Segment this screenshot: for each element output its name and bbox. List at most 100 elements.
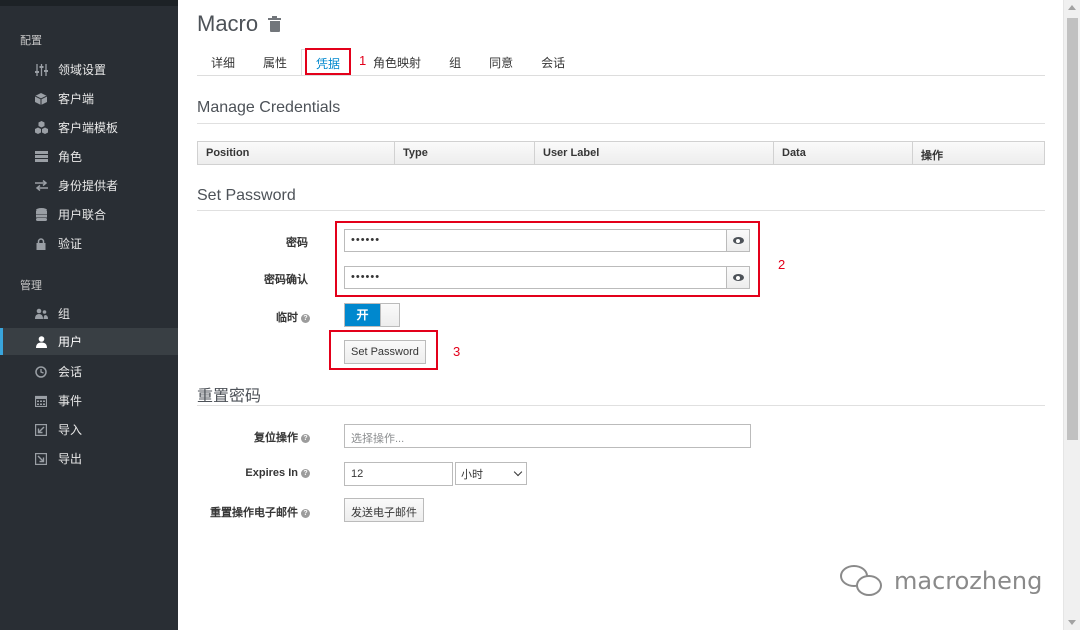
annotation-number-1: 1 <box>359 53 367 68</box>
expires-unit-value: 小时 <box>461 468 483 481</box>
sidebar-item-events[interactable]: 事件 <box>0 387 178 414</box>
sidebar-section-config: 配置 <box>20 35 42 47</box>
sidebar-item-groups[interactable]: 组 <box>0 300 178 327</box>
section-divider <box>197 123 1045 124</box>
sidebar-item-sessions[interactable]: 会话 <box>0 358 178 385</box>
section-divider <box>197 210 1045 211</box>
annotation-box-3 <box>329 330 438 370</box>
expires-in-label: Expires In? <box>208 467 310 479</box>
sidebar-item-user-federation[interactable]: 用户联合 <box>0 201 178 228</box>
help-icon[interactable]: ? <box>301 468 310 478</box>
sidebar-item-roles[interactable]: 角色 <box>0 143 178 170</box>
chevron-down-icon <box>513 467 523 476</box>
tab-groups[interactable]: 组 <box>435 49 471 76</box>
clock-icon <box>33 365 49 379</box>
temporary-label: 临时? <box>218 309 310 325</box>
sidebar-item-label: 身份提供者 <box>58 179 119 193</box>
sidebar-item-import[interactable]: 导入 <box>0 416 178 443</box>
sidebar-section-manage: 管理 <box>20 280 42 292</box>
sidebar-item-clients[interactable]: 客户端 <box>0 85 178 112</box>
sidebar-item-authentication[interactable]: 验证 <box>0 230 178 257</box>
expires-in-input[interactable]: 12 <box>344 462 453 486</box>
list-icon <box>33 150 49 164</box>
sidebar-item-label: 角色 <box>58 150 83 164</box>
password-label: 密码 <box>286 237 308 249</box>
reset-email-label: 重置操作电子邮件? <box>188 504 310 520</box>
sidebar-item-label: 会话 <box>58 365 83 379</box>
sidebar-item-identity-providers[interactable]: 身份提供者 <box>0 172 178 199</box>
column-header-data[interactable]: Data <box>774 142 913 164</box>
column-header-position[interactable]: Position <box>198 142 395 164</box>
main-content: Macro 详细 属性 凭据 角色映射 组 同意 会话 1 Manage Cre… <box>178 0 1063 630</box>
set-password-heading: Set Password <box>197 187 296 204</box>
user-icon <box>33 335 49 349</box>
sidebar-item-label: 事件 <box>58 394 83 408</box>
scroll-up-arrow-icon[interactable] <box>1068 5 1076 10</box>
sidebar-item-label: 导入 <box>58 423 83 437</box>
cube-icon <box>33 92 49 106</box>
reset-password-heading: 重置密码 <box>197 388 262 405</box>
watermark-text: macrozheng <box>894 567 1043 595</box>
send-email-button[interactable]: 发送电子邮件 <box>344 498 424 522</box>
reset-actions-label-text: 复位操作 <box>254 432 298 444</box>
scroll-down-arrow-icon[interactable] <box>1068 620 1076 625</box>
sidebar-item-users[interactable]: 用户 <box>0 328 178 355</box>
scrollbar-thumb[interactable] <box>1067 18 1078 440</box>
help-icon[interactable]: ? <box>301 508 310 518</box>
vertical-scrollbar[interactable] <box>1063 0 1080 630</box>
sliders-icon <box>33 63 49 77</box>
help-icon[interactable]: ? <box>301 433 310 443</box>
sidebar-item-realm-settings[interactable]: 领域设置 <box>0 56 178 83</box>
watermark: macrozheng <box>840 563 1042 599</box>
sidebar-item-label: 验证 <box>58 237 83 251</box>
lock-icon <box>33 237 49 251</box>
reset-actions-select[interactable]: 选择操作... <box>344 424 751 448</box>
calendar-icon <box>33 394 49 408</box>
annotation-box-1 <box>305 48 351 75</box>
tab-role-mappings[interactable]: 角色映射 <box>359 49 431 76</box>
expires-in-label-text: Expires In <box>245 467 298 479</box>
trash-icon[interactable] <box>268 15 282 32</box>
tabs-divider <box>197 75 1045 76</box>
page-title: Macro <box>197 11 282 37</box>
sidebar: 配置 领域设置 客户端 客户端模板 角色 身份提供者 用户联合 验证 管理 组 … <box>0 0 178 630</box>
tab-consents[interactable]: 同意 <box>475 49 523 76</box>
column-header-user-label[interactable]: User Label <box>535 142 774 164</box>
toggle-knob <box>380 304 399 326</box>
export-icon <box>33 452 49 466</box>
reset-email-label-text: 重置操作电子邮件 <box>210 507 298 519</box>
sidebar-item-client-templates[interactable]: 客户端模板 <box>0 114 178 141</box>
database-icon <box>33 208 49 222</box>
tab-sessions[interactable]: 会话 <box>527 49 575 76</box>
sidebar-item-label: 组 <box>58 307 71 321</box>
sidebar-top-strip <box>0 0 178 6</box>
help-icon[interactable]: ? <box>301 313 310 323</box>
tab-attributes[interactable]: 属性 <box>249 49 297 76</box>
section-divider <box>197 405 1045 406</box>
temporary-label-text: 临时 <box>276 312 298 324</box>
column-header-actions: 操作 <box>921 150 943 162</box>
sidebar-item-export[interactable]: 导出 <box>0 445 178 472</box>
sidebar-item-label: 领域设置 <box>58 63 107 77</box>
credentials-table-header: Position Type User Label Data 操作 <box>197 141 1045 165</box>
sidebar-item-label: 客户端 <box>58 92 95 106</box>
user-tabs: 详细 属性 凭据 角色映射 组 同意 会话 <box>197 49 579 76</box>
cubes-icon <box>33 121 49 135</box>
column-header-type[interactable]: Type <box>395 142 535 164</box>
reset-actions-label: 复位操作? <box>208 429 310 445</box>
sidebar-item-label: 用户 <box>58 335 83 349</box>
sidebar-item-label: 客户端模板 <box>58 121 119 135</box>
expires-unit-select[interactable]: 小时 <box>455 462 527 485</box>
exchange-icon <box>33 179 49 193</box>
sidebar-item-label: 用户联合 <box>58 208 107 222</box>
password-confirm-label: 密码确认 <box>264 274 308 286</box>
annotation-number-2: 2 <box>778 257 786 272</box>
import-icon <box>33 423 49 437</box>
users-icon <box>33 307 49 321</box>
wechat-logo-icon <box>840 563 886 599</box>
sidebar-item-label: 导出 <box>58 452 83 466</box>
manage-credentials-heading: Manage Credentials <box>197 99 341 116</box>
tab-details[interactable]: 详细 <box>197 49 245 76</box>
user-name-title: Macro <box>197 11 259 36</box>
temporary-toggle[interactable]: 开 <box>344 303 400 327</box>
